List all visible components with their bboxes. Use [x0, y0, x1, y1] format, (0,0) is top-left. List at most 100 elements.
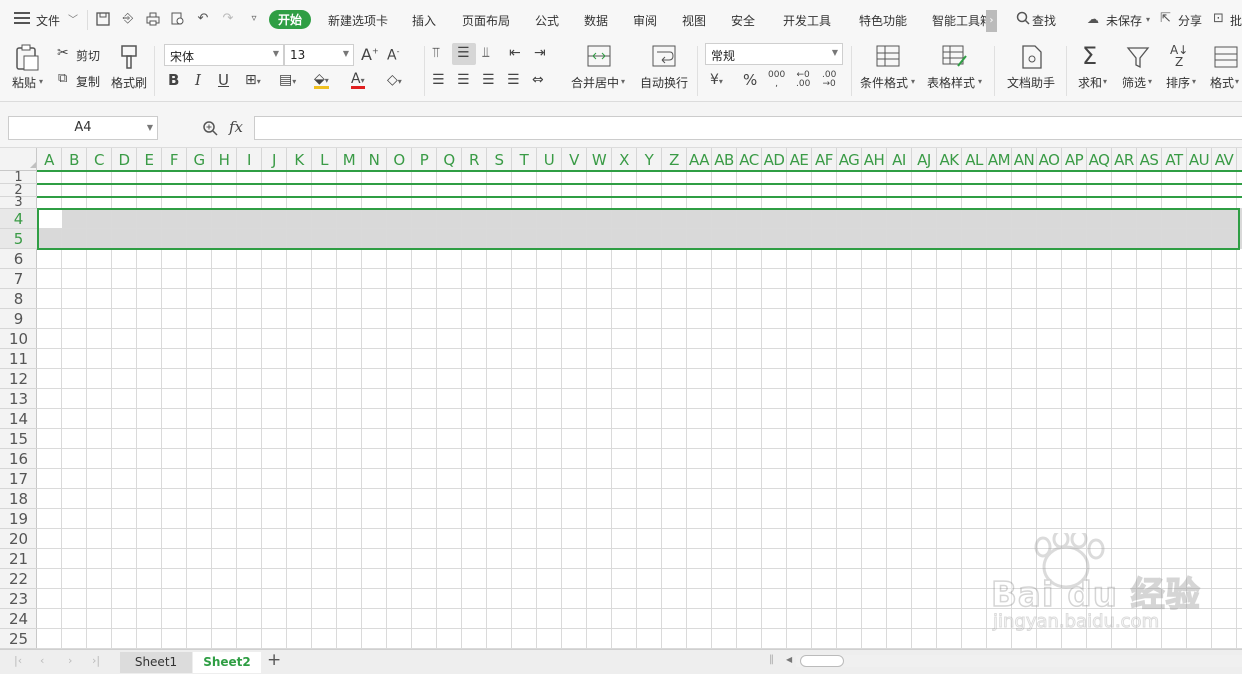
horizontal-scrollbar-thumb[interactable]	[800, 655, 844, 667]
column-header[interactable]: Q	[437, 148, 462, 171]
sort-icon[interactable]: A↓ Z	[1170, 44, 1188, 68]
row-header[interactable]: 16	[0, 449, 37, 469]
column-header[interactable]: AA	[687, 148, 712, 171]
undo-icon[interactable]: ↶	[196, 12, 210, 26]
column-header[interactable]: T	[512, 148, 537, 171]
sum-button[interactable]: 求和	[1078, 74, 1102, 91]
unsaved-status[interactable]: 未保存	[1106, 12, 1142, 29]
row-header[interactable]: 18	[0, 489, 37, 509]
tab-page-layout[interactable]: 页面布局	[462, 12, 510, 29]
chevron-down-icon[interactable]: ▾	[978, 77, 982, 86]
column-header[interactable]: AS	[1137, 148, 1162, 171]
column-header[interactable]: AR	[1112, 148, 1137, 171]
increase-indent-icon[interactable]: ⇥	[534, 46, 546, 60]
column-header[interactable]: AM	[987, 148, 1012, 171]
column-header[interactable]: AT	[1162, 148, 1187, 171]
column-header[interactable]: K	[287, 148, 312, 171]
column-header[interactable]: J	[262, 148, 287, 171]
column-header[interactable]: C	[87, 148, 112, 171]
format-painter-icon[interactable]	[118, 44, 140, 70]
row-header[interactable]: 17	[0, 469, 37, 489]
tab-security[interactable]: 安全	[731, 12, 755, 29]
bold-icon[interactable]: B	[168, 73, 179, 88]
row-header[interactable]: 7	[0, 269, 37, 289]
wrap-text-button[interactable]: 自动换行	[640, 74, 688, 91]
tab-splitter-handle[interactable]: ‖	[769, 654, 774, 665]
row-header[interactable]: 21	[0, 549, 37, 569]
copy-icon[interactable]: ⧉	[58, 72, 67, 85]
chevron-down-icon[interactable]: ▾	[39, 77, 43, 86]
tab-special-features[interactable]: 特色功能	[859, 12, 907, 29]
last-sheet-icon[interactable]: ›|	[92, 654, 100, 667]
row-header[interactable]: 23	[0, 589, 37, 609]
underline-icon[interactable]: U	[218, 73, 229, 88]
decrease-font-icon[interactable]: A-	[387, 48, 399, 63]
tab-view[interactable]: 视图	[682, 12, 706, 29]
hamburger-menu-icon[interactable]	[14, 12, 30, 24]
customize-toolbar-icon[interactable]: ▿	[247, 12, 261, 26]
table-style-icon[interactable]	[942, 44, 968, 68]
row-header[interactable]: 14	[0, 409, 37, 429]
paste-icon[interactable]	[14, 44, 40, 72]
column-header[interactable]: AQ	[1087, 148, 1112, 171]
tab-developer[interactable]: 开发工具	[783, 12, 831, 29]
tab-formulas[interactable]: 公式	[535, 12, 559, 29]
increase-decimal-icon[interactable]: ←0.00	[796, 71, 810, 89]
print-preview-icon[interactable]	[171, 12, 185, 26]
name-box[interactable]: A4 ▼	[8, 116, 158, 140]
save-icon[interactable]	[96, 12, 110, 26]
row-header[interactable]: 20	[0, 529, 37, 549]
print-icon[interactable]	[146, 12, 160, 26]
row-header[interactable]: 8	[0, 289, 37, 309]
column-header[interactable]: O	[387, 148, 412, 171]
column-header[interactable]: S	[487, 148, 512, 171]
column-header[interactable]: AI	[887, 148, 912, 171]
tab-smart-toolbox[interactable]: 智能工具箱	[932, 12, 986, 29]
column-header[interactable]: R	[462, 148, 487, 171]
row-header[interactable]: 9	[0, 309, 37, 329]
column-header[interactable]: AH	[862, 148, 887, 171]
row-header[interactable]: 5	[0, 229, 37, 249]
row-header[interactable]: 22	[0, 569, 37, 589]
table-style-button[interactable]: 表格样式	[927, 74, 975, 91]
more-tabs-button[interactable]: ›	[986, 10, 997, 32]
column-header[interactable]: AJ	[912, 148, 937, 171]
column-header[interactable]: U	[537, 148, 562, 171]
clear-icon[interactable]: ◇▾	[387, 73, 402, 87]
redo-icon[interactable]: ↷	[221, 12, 235, 26]
share-icon[interactable]: ⇱	[1160, 11, 1171, 26]
comment-icon[interactable]: ⊡	[1213, 11, 1224, 26]
format-icon[interactable]	[1214, 45, 1238, 69]
paste-button[interactable]: 粘贴	[12, 74, 36, 91]
align-left-icon[interactable]: ☰	[432, 73, 445, 87]
chevron-down-icon[interactable]: ▾	[911, 77, 915, 86]
sheet-tab-sheet1[interactable]: Sheet1	[120, 652, 192, 673]
sheet-tab-sheet2[interactable]: Sheet2	[193, 652, 261, 673]
next-sheet-icon[interactable]: ›	[68, 654, 72, 667]
column-header[interactable]: V	[562, 148, 587, 171]
tab-insert[interactable]: 插入	[412, 12, 436, 29]
column-header[interactable]: D	[112, 148, 137, 171]
filter-icon[interactable]	[1126, 46, 1150, 70]
column-header[interactable]: I	[237, 148, 262, 171]
row-header[interactable]: 12	[0, 369, 37, 389]
column-header[interactable]: B	[62, 148, 87, 171]
conditional-format-icon[interactable]	[876, 44, 900, 68]
decrease-indent-icon[interactable]: ⇤	[509, 46, 521, 60]
column-header[interactable]: AF	[812, 148, 837, 171]
column-header[interactable]: AO	[1037, 148, 1062, 171]
column-header[interactable]: AN	[1012, 148, 1037, 171]
column-header[interactable]: E	[137, 148, 162, 171]
column-header[interactable]: Z	[662, 148, 687, 171]
cell-area[interactable]: Bai du 经验 jingyan.baidu.com	[37, 170, 1242, 649]
align-center-icon[interactable]: ☰	[457, 73, 470, 87]
cell-style-icon[interactable]: ▤▾	[279, 73, 296, 87]
column-header[interactable]: AU	[1187, 148, 1212, 171]
search-button[interactable]: 查找	[1032, 12, 1056, 29]
tab-home[interactable]: 开始	[269, 10, 312, 29]
column-header[interactable]: L	[312, 148, 337, 171]
thousands-separator-icon[interactable]: 000,	[768, 71, 785, 89]
font-name-select[interactable]: 宋体 ▼	[164, 44, 284, 66]
chevron-down-icon[interactable]: ▾	[1235, 77, 1239, 86]
row-header[interactable]: 4	[0, 209, 37, 229]
